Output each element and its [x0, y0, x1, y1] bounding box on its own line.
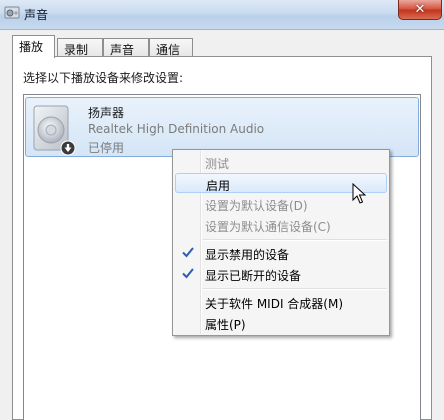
tab-strip: 播放 录制 声音 通信	[12, 35, 432, 58]
checkmark-icon	[182, 247, 194, 258]
close-icon: ✕	[414, 2, 426, 17]
menu-item-show-disconnected[interactable]: 显示已断开的设备	[175, 264, 387, 284]
title-bar[interactable]: 声音 ✕	[0, 0, 444, 30]
device-item-speaker[interactable]: 扬声器 Realtek High Definition Audio 已停用	[25, 97, 419, 157]
menu-item-about-midi[interactable]: 关于软件 MIDI 合成器(M)	[175, 292, 387, 312]
menu-item-test[interactable]: 测试	[175, 152, 387, 172]
window-title: 声音	[24, 8, 49, 22]
menu-separator	[203, 239, 387, 241]
menu-item-label: 启用	[206, 179, 231, 193]
menu-item-label: 设置为默认设备(D)	[205, 199, 308, 213]
tab-playback[interactable]: 播放	[12, 35, 55, 58]
close-button[interactable]: ✕	[398, 0, 442, 20]
menu-item-set-default-communication[interactable]: 设置为默认通信设备(C)	[175, 215, 387, 235]
tab-label: 声音	[110, 43, 135, 57]
checkmark-icon	[182, 268, 194, 279]
instruction-text: 选择以下播放设备来修改设置:	[23, 71, 184, 85]
disabled-arrow-icon	[60, 140, 76, 156]
menu-item-label: 显示已断开的设备	[205, 269, 302, 283]
tab-label: 通信	[156, 43, 181, 57]
menu-item-label: 设置为默认通信设备(C)	[205, 220, 331, 234]
device-status: 已停用	[88, 141, 125, 155]
speaker-app-icon	[4, 6, 20, 19]
tab-label: 播放	[19, 40, 44, 54]
menu-item-label: 显示禁用的设备	[205, 248, 290, 262]
tab-sounds[interactable]: 声音	[103, 38, 149, 57]
menu-item-label: 关于软件 MIDI 合成器(M)	[205, 297, 344, 311]
menu-item-label: 测试	[205, 157, 230, 171]
device-driver: Realtek High Definition Audio	[88, 122, 265, 136]
tab-communications[interactable]: 通信	[149, 38, 193, 57]
mouse-cursor-icon	[352, 183, 366, 204]
device-name: 扬声器	[88, 106, 125, 120]
menu-item-label: 属性(P)	[205, 318, 246, 332]
menu-separator	[203, 288, 387, 290]
menu-item-properties[interactable]: 属性(P)	[175, 313, 387, 333]
context-menu: 测试 启用 设置为默认设备(D) 设置为默认通信设备(C) 显示禁用的设备 显示…	[172, 149, 390, 336]
menu-item-show-disabled[interactable]: 显示禁用的设备	[175, 243, 387, 263]
tab-label: 录制	[64, 43, 89, 57]
tab-recording[interactable]: 录制	[57, 38, 103, 57]
